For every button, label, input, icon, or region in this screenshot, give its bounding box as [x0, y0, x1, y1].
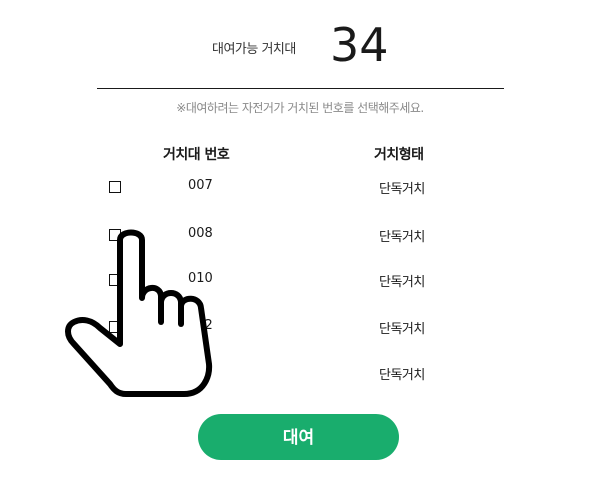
- rental-page: 대여가능 거치대 34 ※대여하려는 자전거가 거치된 번호를 선택해주세요. …: [0, 0, 600, 500]
- rack-checkbox[interactable]: [109, 181, 121, 193]
- rack-type: 단독거치: [379, 368, 425, 383]
- table-row[interactable]: 007 단독거치: [0, 178, 600, 200]
- header-divider: [97, 88, 504, 89]
- rack-number: 007: [188, 178, 213, 193]
- column-header-rack-type: 거치형태: [374, 147, 424, 163]
- available-label: 대여가능 거치대: [212, 42, 296, 57]
- availability-header: 대여가능 거치대 34: [0, 12, 600, 80]
- rack-type: 단독거치: [379, 322, 425, 337]
- rack-type: 단독거치: [379, 275, 425, 290]
- rack-type: 단독거치: [379, 182, 425, 197]
- rent-button[interactable]: 대여: [198, 414, 399, 460]
- column-header-rack-number: 거치대 번호: [163, 147, 230, 163]
- rack-type: 단독거치: [379, 230, 425, 245]
- selection-notice: ※대여하려는 자전거가 거치된 번호를 선택해주세요.: [176, 101, 424, 115]
- pointing-hand-icon: [65, 229, 213, 397]
- available-count: 34: [330, 18, 389, 72]
